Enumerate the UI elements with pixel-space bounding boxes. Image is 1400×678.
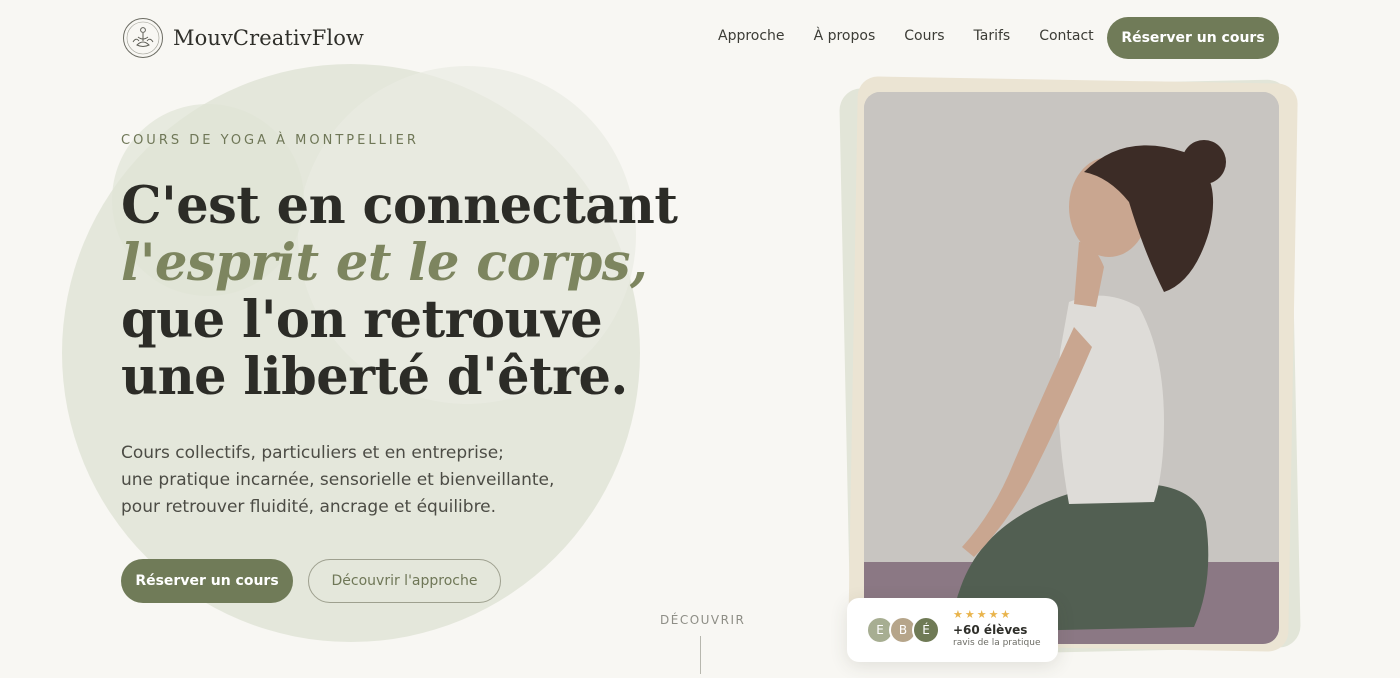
star-icon: ★ [1000, 608, 1011, 621]
book-class-button[interactable]: Réserver un cours [121, 559, 293, 603]
hero-photo-yoga-pose [864, 92, 1279, 644]
lotus-icon [123, 18, 163, 58]
headline-line-1: C'est en connectant [121, 176, 678, 236]
rating-stars: ★ ★ ★ ★ ★ [953, 608, 1012, 621]
star-icon: ★ [964, 608, 975, 621]
subtitle-line-2: une pratique incarnée, sensorielle et bi… [121, 470, 555, 490]
hero-headline: C'est en connectant l'esprit et le corps… [121, 176, 678, 407]
student-avatars: E B É [866, 616, 940, 644]
brand-name: MouvCreativFlow [173, 26, 365, 50]
student-count-caption: ravis de la pratique [953, 638, 1041, 648]
nav-link-contact[interactable]: Contact [1039, 28, 1093, 44]
star-icon: ★ [953, 608, 963, 621]
main-navigation: Approche À propos Cours Tarifs Contact [718, 28, 1123, 44]
hero-kicker: COURS DE YOGA À MONTPELLIER [121, 133, 419, 148]
subtitle-line-3: pour retrouver fluidité, ancrage et équi… [121, 497, 497, 517]
reviews-card: E B É ★ ★ ★ ★ ★ +60 élèves ravis de la p… [847, 598, 1058, 662]
discover-approach-button[interactable]: Découvrir l'approche [308, 559, 501, 603]
nav-link-a-propos[interactable]: À propos [814, 28, 876, 44]
avatar: É [912, 616, 940, 644]
nav-link-approche[interactable]: Approche [718, 28, 785, 44]
site-header: MouvCreativFlow Approche À propos Cours … [0, 0, 1400, 76]
headline-line-2-italic: l'esprit et le corps, [121, 233, 648, 293]
star-icon: ★ [988, 608, 999, 621]
headline-line-3: que l'on retrouve [121, 290, 603, 350]
nav-book-class-button[interactable]: Réserver un cours [1107, 17, 1279, 59]
subtitle-line-1: Cours collectifs, particuliers et en ent… [121, 443, 504, 463]
student-count: +60 élèves [953, 623, 1028, 637]
nav-link-cours[interactable]: Cours [904, 28, 944, 44]
scroll-hint-label[interactable]: DÉCOUVRIR [660, 613, 744, 627]
star-icon: ★ [976, 608, 987, 621]
brand-logo-link[interactable]: MouvCreativFlow [122, 17, 364, 59]
scroll-hint-line [700, 636, 701, 674]
headline-line-4: une liberté d'être. [121, 347, 628, 407]
nav-link-tarifs[interactable]: Tarifs [974, 28, 1011, 44]
hero-subtitle: Cours collectifs, particuliers et en ent… [121, 440, 554, 521]
